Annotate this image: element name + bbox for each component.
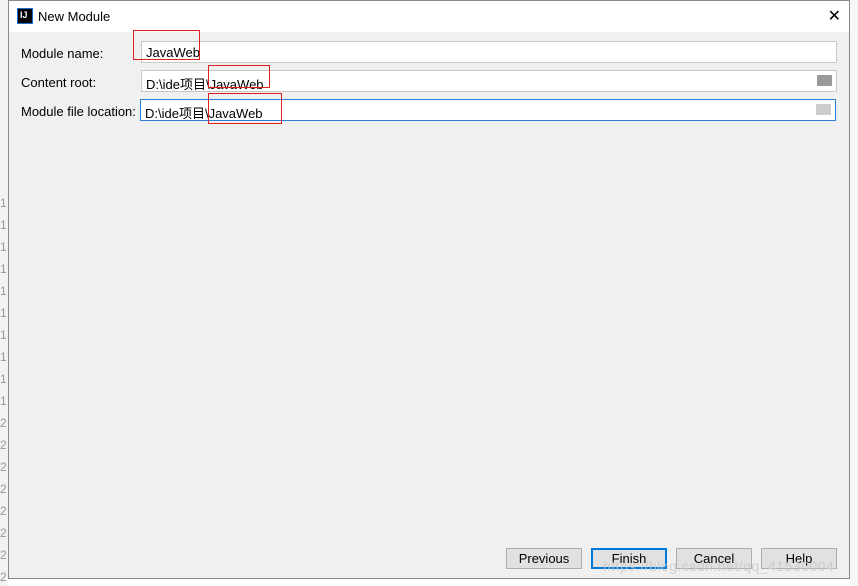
line-number: 1	[0, 218, 7, 232]
editor-background	[850, 0, 858, 586]
line-number: 2	[0, 548, 7, 562]
line-number: 1	[0, 240, 7, 254]
content-root-label: Content root:	[21, 75, 97, 90]
line-number: 1	[0, 372, 7, 386]
folder-icon[interactable]	[817, 75, 832, 86]
line-number: 1	[0, 262, 7, 276]
line-number: 2	[0, 504, 7, 518]
close-icon[interactable]: ✕	[828, 6, 841, 26]
line-number: 1	[0, 284, 7, 298]
watermark: https://blog.csdn.net/qq_41530004	[603, 558, 835, 574]
line-number: 1	[0, 350, 7, 364]
intellij-icon: IJ	[17, 8, 33, 24]
previous-button[interactable]: Previous	[506, 548, 582, 569]
line-number: 2	[0, 438, 7, 452]
highlight-box	[208, 93, 282, 124]
new-module-dialog: IJ New Module ✕ Module name: JavaWeb Con…	[8, 0, 850, 579]
line-number: 2	[0, 416, 7, 430]
line-number: 2	[0, 482, 7, 496]
line-number: 1	[0, 328, 7, 342]
line-number: 2	[0, 526, 7, 540]
line-number: 1	[0, 394, 7, 408]
line-number: 2	[0, 460, 7, 474]
highlight-box	[208, 65, 270, 88]
dialog-title: New Module	[38, 9, 111, 24]
content-root-row: Content root: D:\ide项目\JavaWeb	[21, 70, 837, 92]
folder-icon[interactable]	[816, 104, 831, 115]
module-file-location-label: Module file location:	[21, 104, 136, 119]
line-number: 2	[0, 570, 7, 584]
line-number: 1	[0, 196, 7, 210]
highlight-box	[133, 30, 200, 60]
title-bar: IJ New Module ✕	[9, 1, 849, 32]
module-name-label: Module name:	[21, 46, 104, 61]
line-number: 1	[0, 306, 7, 320]
module-name-input[interactable]: JavaWeb	[141, 41, 837, 63]
module-file-location-row: Module file location: D:\ide项目\JavaWeb	[21, 99, 837, 121]
